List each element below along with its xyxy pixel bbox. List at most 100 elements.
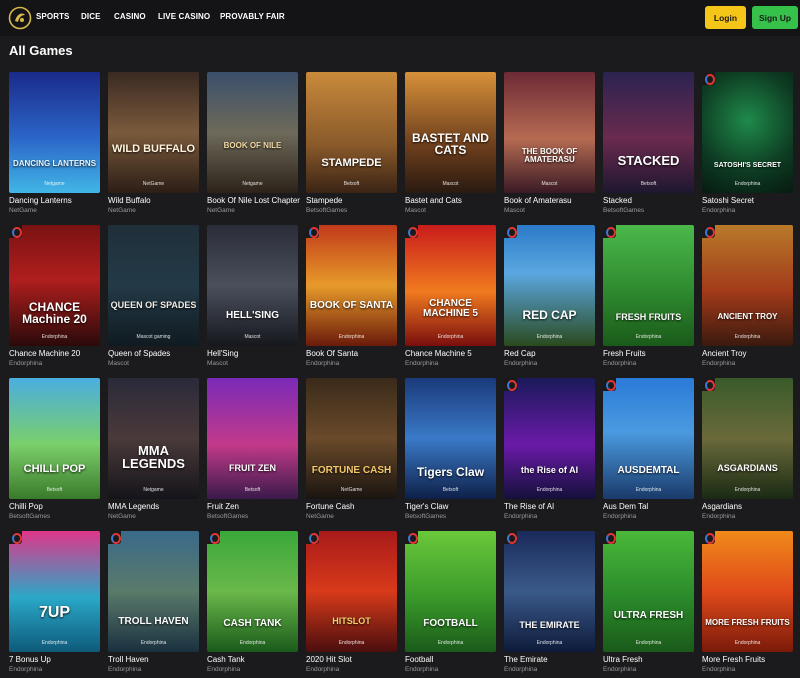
game-thumbnail[interactable]: CHILLI POP Betsoft bbox=[9, 378, 100, 499]
game-artwork bbox=[207, 72, 298, 193]
game-thumbnail[interactable]: BASTET AND CATS Mascot bbox=[405, 72, 496, 193]
endorphina-badge-icon bbox=[702, 378, 715, 391]
game-thumbnail[interactable]: FORTUNE CASH NetGame bbox=[306, 378, 397, 499]
game-thumbnail[interactable]: BOOK OF NILE Netgame bbox=[207, 72, 298, 193]
game-thumbnail-title: FRESH FRUITS bbox=[615, 312, 682, 322]
game-provider: Endorphina bbox=[405, 360, 439, 367]
game-name[interactable]: Aus Dem Tal bbox=[603, 502, 699, 511]
game-thumbnail[interactable]: MMA LEGENDS Netgame bbox=[108, 378, 199, 499]
game-name[interactable]: Fortune Cash bbox=[306, 502, 402, 511]
nav-provably-fair[interactable]: PROVABLY FAIR bbox=[220, 12, 285, 21]
game-name[interactable]: Bastet and Cats bbox=[405, 196, 501, 205]
game-name[interactable]: Book Of Nile Lost Chapter bbox=[207, 196, 303, 205]
game-artwork bbox=[702, 378, 793, 499]
game-thumbnail[interactable]: FRESH FRUITS Endorphina bbox=[603, 225, 694, 346]
game-thumbnail[interactable]: FOOTBALL Endorphina bbox=[405, 531, 496, 652]
game-thumbnail[interactable]: DANCING LANTERNS Netgame bbox=[9, 72, 100, 193]
game-thumbnail[interactable]: STAMPEDE Betsoft bbox=[306, 72, 397, 193]
nav-live-casino[interactable]: LIVE CASINO bbox=[158, 12, 210, 21]
game-thumbnail-title: ULTRA FRESH bbox=[613, 610, 684, 621]
endorphina-badge-icon bbox=[108, 531, 121, 544]
game-name[interactable]: Queen of Spades bbox=[108, 349, 204, 358]
game-thumbnail[interactable]: FRUIT ZEN Betsoft bbox=[207, 378, 298, 499]
game-name[interactable]: Stacked bbox=[603, 196, 699, 205]
game-thumbnail-provider: Endorphina bbox=[239, 640, 266, 646]
game-name[interactable]: The Emirate bbox=[504, 655, 600, 664]
game-thumbnail[interactable]: 7UP Endorphina bbox=[9, 531, 100, 652]
game-name[interactable]: 7 Bonus Up bbox=[9, 655, 105, 664]
game-thumbnail-title: CHILLI POP bbox=[23, 463, 86, 475]
game-name[interactable]: The Rise of AI bbox=[504, 502, 600, 511]
game-name[interactable]: Red Cap bbox=[504, 349, 600, 358]
game-thumbnail-title: FORTUNE CASH bbox=[311, 465, 392, 476]
game-provider: Endorphina bbox=[702, 666, 736, 673]
game-name[interactable]: Cash Tank bbox=[207, 655, 303, 664]
endorphina-badge-icon bbox=[306, 531, 319, 544]
game-artwork bbox=[603, 378, 694, 499]
game-thumbnail[interactable]: ULTRA FRESH Endorphina bbox=[603, 531, 694, 652]
game-name[interactable]: Football bbox=[405, 655, 501, 664]
game-thumbnail[interactable]: SATOSHI'S SECRET Endorphina bbox=[702, 72, 793, 193]
signup-button[interactable]: Sign Up bbox=[752, 6, 798, 29]
game-artwork bbox=[702, 225, 793, 346]
brand-logo-icon[interactable] bbox=[8, 6, 32, 30]
game-name[interactable]: Satoshi Secret bbox=[702, 196, 798, 205]
game-thumbnail-title: CASH TANK bbox=[223, 618, 282, 629]
game-name[interactable]: More Fresh Fruits bbox=[702, 655, 798, 664]
game-name[interactable]: Fresh Fruits bbox=[603, 349, 699, 358]
game-thumbnail[interactable]: QUEEN OF SPADES Mascot gaming bbox=[108, 225, 199, 346]
endorphina-badge-icon bbox=[306, 225, 319, 238]
game-thumbnail-title: THE EMIRATE bbox=[519, 620, 580, 630]
game-name[interactable]: Hell'Sing bbox=[207, 349, 303, 358]
game-name[interactable]: Asgardians bbox=[702, 502, 798, 511]
game-thumbnail[interactable]: HITSLOT Endorphina bbox=[306, 531, 397, 652]
game-thumbnail[interactable]: THE BOOK OF AMATERASU Mascot bbox=[504, 72, 595, 193]
endorphina-badge-icon bbox=[405, 225, 418, 238]
game-thumbnail[interactable]: MORE FRESH FRUITS Endorphina bbox=[702, 531, 793, 652]
game-thumbnail[interactable]: STACKED Betsoft bbox=[603, 72, 694, 193]
game-thumbnail-provider: Mascot bbox=[541, 181, 558, 187]
game-thumbnail[interactable]: ANCIENT TROY Endorphina bbox=[702, 225, 793, 346]
game-name[interactable]: Stampede bbox=[306, 196, 402, 205]
game-thumbnail[interactable]: the Rise of AI Endorphina bbox=[504, 378, 595, 499]
game-thumbnail[interactable]: CHANCE MACHINE 5 Endorphina bbox=[405, 225, 496, 346]
game-name[interactable]: Ancient Troy bbox=[702, 349, 798, 358]
top-navigation-bar: SPORTS DICE CASINO LIVE CASINO PROVABLY … bbox=[0, 0, 800, 36]
endorphina-badge-icon bbox=[9, 225, 22, 238]
game-thumbnail[interactable]: TROLL HAVEN Endorphina bbox=[108, 531, 199, 652]
game-thumbnail[interactable]: CASH TANK Endorphina bbox=[207, 531, 298, 652]
game-name[interactable]: Book of Amaterasu bbox=[504, 196, 600, 205]
game-name[interactable]: Chance Machine 5 bbox=[405, 349, 501, 358]
game-name[interactable]: Chance Machine 20 bbox=[9, 349, 105, 358]
game-name[interactable]: Ultra Fresh bbox=[603, 655, 699, 664]
game-name[interactable]: Chilli Pop bbox=[9, 502, 105, 511]
game-thumbnail-provider: Endorphina bbox=[734, 640, 761, 646]
game-artwork bbox=[504, 225, 595, 346]
game-thumbnail[interactable]: HELL'SING Mascot bbox=[207, 225, 298, 346]
game-name[interactable]: Fruit Zen bbox=[207, 502, 303, 511]
game-name[interactable]: Tiger's Claw bbox=[405, 502, 501, 511]
game-name[interactable]: Dancing Lanterns bbox=[9, 196, 105, 205]
game-artwork bbox=[9, 531, 100, 652]
login-button[interactable]: Login bbox=[705, 6, 746, 29]
game-thumbnail[interactable]: CHANCE Machine 20 Endorphina bbox=[9, 225, 100, 346]
game-thumbnail[interactable]: AUSDEMTAL Endorphina bbox=[603, 378, 694, 499]
game-provider: Endorphina bbox=[504, 360, 538, 367]
game-name[interactable]: Wild Buffalo bbox=[108, 196, 204, 205]
game-thumbnail[interactable]: ASGARDIANS Endorphina bbox=[702, 378, 793, 499]
game-thumbnail-provider: Endorphina bbox=[338, 640, 365, 646]
game-name[interactable]: 2020 Hit Slot bbox=[306, 655, 402, 664]
nav-dice[interactable]: DICE bbox=[81, 12, 101, 21]
game-provider: Endorphina bbox=[9, 666, 43, 673]
game-name[interactable]: Book Of Santa bbox=[306, 349, 402, 358]
game-thumbnail[interactable]: Tigers Claw Betsoft bbox=[405, 378, 496, 499]
game-artwork bbox=[108, 378, 199, 499]
game-name[interactable]: Troll Haven bbox=[108, 655, 204, 664]
nav-sports[interactable]: SPORTS bbox=[36, 12, 70, 21]
game-thumbnail[interactable]: THE EMIRATE Endorphina bbox=[504, 531, 595, 652]
game-thumbnail[interactable]: BOOK OF SANTA Endorphina bbox=[306, 225, 397, 346]
game-name[interactable]: MMA Legends bbox=[108, 502, 204, 511]
game-thumbnail[interactable]: RED CAP Endorphina bbox=[504, 225, 595, 346]
nav-casino[interactable]: CASINO bbox=[114, 12, 146, 21]
game-thumbnail[interactable]: WILD BUFFALO NetGame bbox=[108, 72, 199, 193]
